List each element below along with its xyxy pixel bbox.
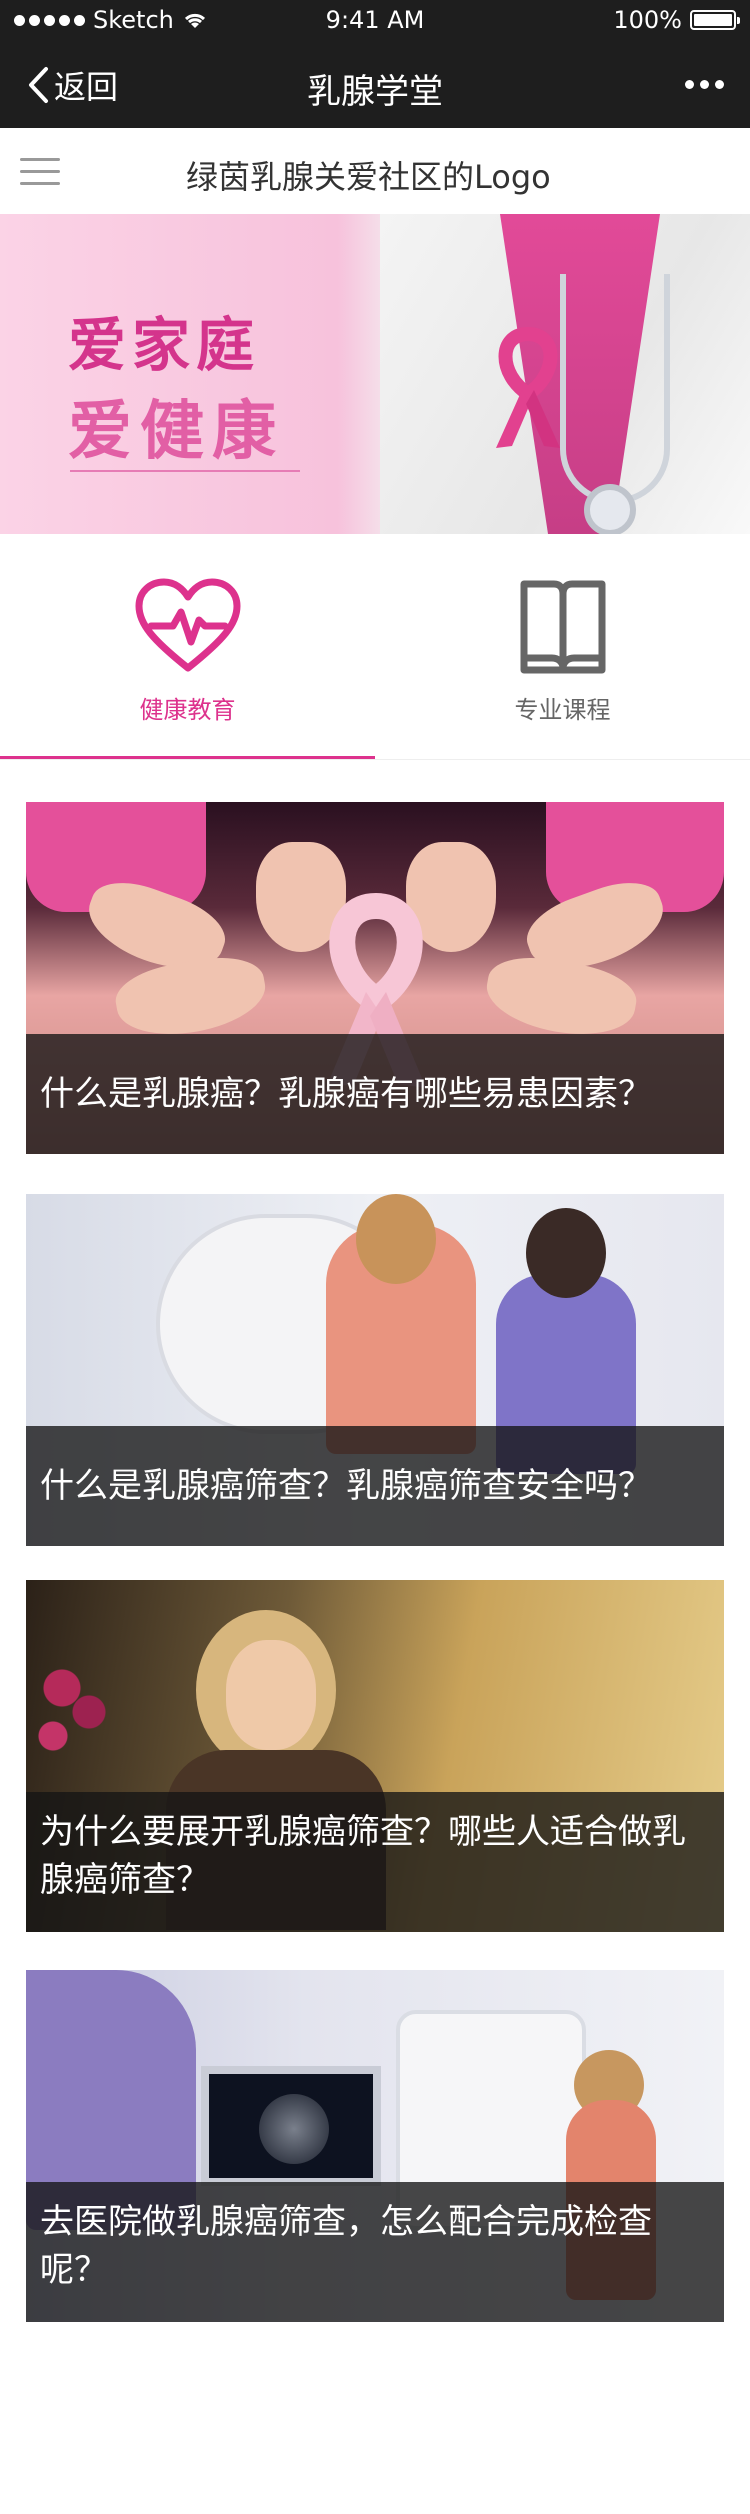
scene-nurse-head [526,1208,606,1298]
menu-icon[interactable] [20,158,60,186]
nav-bar: 返回 乳腺学堂 [0,44,750,128]
status-bar: Sketch 9:41 AM 100% [0,0,750,40]
hero-banner[interactable]: 爱家庭 爱健康 [0,214,750,534]
status-right: 100% [613,6,740,34]
battery-icon [690,10,740,30]
article-title: 为什么要展开乳腺癌筛查？哪些人适合做乳腺癌筛查？ [40,1812,686,1900]
heartbeat-icon [135,578,240,672]
hero-line1: 爱家庭 [68,311,261,379]
tab-professional-course[interactable]: 专业课程 [375,534,750,758]
tab-health-education[interactable]: 健康教育 [0,534,375,758]
stethoscope-icon [560,274,670,504]
scene-flowers [26,1640,116,1760]
scene-hand [481,949,641,1045]
article-title: 去医院做乳腺癌筛查，怎么配合完成检查呢？ [40,2202,652,2290]
book-icon [520,580,605,674]
nav-title: 乳腺学堂 [307,72,443,112]
article-card[interactable]: 为什么要展开乳腺癌筛查？哪些人适合做乳腺癌筛查？ [26,1580,724,1932]
scene-scan-image [259,2094,329,2164]
tab-label: 专业课程 [514,696,611,724]
scene-woman-face [226,1640,316,1750]
more-options-icon[interactable] [685,80,724,89]
category-tabs: 健康教育 专业课程 [0,534,750,760]
hero-line2: 爱健康 [68,395,284,469]
scene-patient-head [356,1194,436,1284]
scene-hand [111,949,271,1045]
hero-flourish [70,470,300,472]
scene-monitor [201,2066,381,2186]
tab-label: 健康教育 [139,696,236,724]
battery-percent: 100% [613,6,682,34]
article-card[interactable]: 什么是乳腺癌筛查？乳腺癌筛查安全吗？ [26,1194,724,1546]
tabs-divider [0,759,750,760]
site-header: 绿茵乳腺关爱社区的Logo [0,128,750,214]
top-bar: Sketch 9:41 AM 100% 返回 乳腺学堂 [0,0,750,128]
article-card[interactable]: 什么是乳腺癌？乳腺癌有哪些易患因素？ [26,802,724,1154]
stethoscope-chestpiece [584,484,636,534]
article-title: 什么是乳腺癌筛查？乳腺癌筛查安全吗？ [40,1466,652,1506]
article-card[interactable]: 去医院做乳腺癌筛查，怎么配合完成检查呢？ [26,1970,724,2322]
article-title: 什么是乳腺癌？乳腺癌有哪些易患因素？ [40,1074,652,1114]
pink-ribbon-icon [496,326,560,448]
logo-text: 绿茵乳腺关爱社区的Logo [186,158,551,196]
